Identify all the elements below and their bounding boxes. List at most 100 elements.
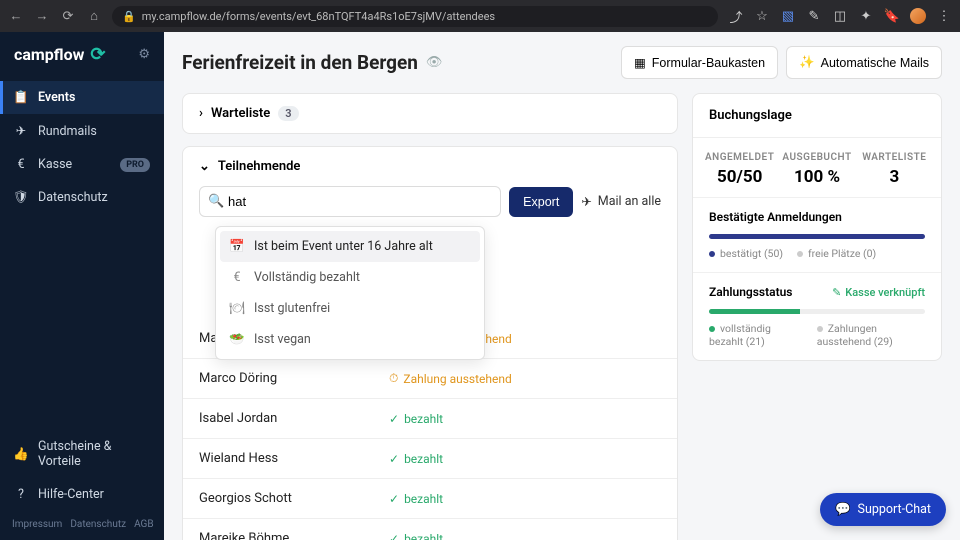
check-icon: ✓: [389, 532, 399, 540]
search-input[interactable]: [199, 186, 501, 217]
progress-bar-confirmed: [709, 234, 925, 239]
button-label: Mail an alle: [598, 194, 661, 209]
filter-option-glutenfree[interactable]: 🍽 Isst glutenfrei: [220, 293, 480, 324]
grid-icon: ▦: [634, 55, 646, 70]
ext2-icon[interactable]: ✎: [806, 8, 822, 24]
status-badge: ✓bezahlt: [389, 532, 443, 540]
search-icon: 🔍: [208, 194, 224, 209]
home-icon[interactable]: ⌂: [86, 8, 102, 24]
visibility-icon[interactable]: 👁: [426, 55, 443, 70]
status-badge: ✓bezahlt: [389, 492, 443, 506]
attendee-name: Mareike Böhme: [199, 531, 389, 540]
ext1-icon[interactable]: ▧: [780, 8, 796, 24]
reload-icon[interactable]: ⟳: [60, 8, 76, 24]
footer-links: Impressum Datenschutz AGB: [0, 511, 164, 540]
check-icon: ✓: [389, 492, 399, 506]
bookmarks-icon[interactable]: 🔖: [884, 8, 900, 24]
share-icon[interactable]: ⤴: [728, 8, 744, 24]
shield-icon: 🛡: [14, 190, 28, 205]
calendar-icon: 📅: [230, 239, 244, 254]
waitlist-card: › Warteliste 3: [182, 93, 678, 134]
footer-link[interactable]: Impressum: [12, 519, 62, 530]
attendees-card: ⌄ Teilnehmende 🔍 📅 Ist beim Event unter …: [182, 146, 678, 540]
url-bar[interactable]: 🔒 my.campflow.de/forms/events/evt_68nTQF…: [112, 6, 718, 27]
brand-logo[interactable]: campflow ⟳: [14, 44, 105, 65]
auto-mails-button[interactable]: ✨ Automatische Mails: [786, 46, 942, 79]
sidebar-item-hilfe[interactable]: ? Hilfe-Center: [0, 478, 164, 511]
filter-label: Vollständig bezahlt: [254, 270, 360, 285]
ext3-icon[interactable]: ◫: [832, 8, 848, 24]
chat-icon: 💬: [835, 502, 851, 517]
status-badge: ⏱Zahlung ausstehend: [389, 371, 512, 386]
footer-link[interactable]: AGB: [134, 519, 154, 530]
sidebar-item-label: Kasse: [38, 157, 72, 172]
thumbs-up-icon: 👍: [14, 447, 28, 462]
footer-link[interactable]: Datenschutz: [70, 519, 126, 530]
sidebar-item-datenschutz[interactable]: 🛡 Datenschutz: [0, 181, 164, 214]
gear-icon[interactable]: ⚙: [138, 47, 150, 62]
euro-icon: €: [230, 270, 244, 285]
paperplane-icon: ✈: [14, 123, 28, 139]
legend-item: freie Plätze (0): [797, 247, 876, 260]
section-title: Warteliste: [211, 106, 270, 121]
table-row[interactable]: Wieland Hess ✓bezahlt: [183, 438, 677, 478]
euro-icon: €: [14, 157, 28, 172]
bar-fill: [709, 309, 800, 314]
sidebar-item-gutscheine[interactable]: 👍 Gutscheine & Vorteile: [0, 430, 164, 478]
mail-all-button[interactable]: ✈ Mail an alle: [581, 194, 661, 210]
section-title: Teilnehmende: [218, 159, 301, 174]
help-icon: ?: [14, 487, 28, 502]
stat-label: ANGEMELDET: [701, 152, 778, 163]
attendees-header[interactable]: ⌄ Teilnehmende: [183, 147, 677, 186]
stat-value: 100 %: [778, 167, 855, 187]
filter-label: Isst glutenfrei: [254, 301, 330, 316]
section-title: Buchungslage: [693, 94, 941, 138]
profile-avatar[interactable]: [910, 8, 926, 24]
check-icon: ✓: [389, 452, 399, 466]
stat-registered: ANGEMELDET 50/50: [701, 152, 778, 187]
attendee-name: Georgios Schott: [199, 491, 389, 506]
clock-icon: ⏱: [389, 371, 398, 386]
sidebar-item-label: Gutscheine & Vorteile: [38, 439, 150, 469]
paperplane-icon: ✈: [581, 194, 591, 210]
sidebar-item-events[interactable]: 📋 Events: [0, 81, 164, 114]
attendee-name: Marco Döring: [199, 371, 389, 386]
button-label: Automatische Mails: [821, 56, 929, 70]
stat-value: 50/50: [701, 167, 778, 187]
star-icon[interactable]: ☆: [754, 8, 770, 24]
table-row[interactable]: Georgios Schott ✓bezahlt: [183, 478, 677, 518]
stat-value: 3: [856, 167, 933, 187]
leaf-icon: 🥗: [230, 332, 244, 347]
chevron-down-icon: ⌄: [199, 159, 210, 174]
brand-text: campflow: [14, 45, 84, 64]
status-badge: ✓bezahlt: [389, 452, 443, 466]
filter-option-under16[interactable]: 📅 Ist beim Event unter 16 Jahre alt: [220, 231, 480, 262]
legend-item: Zahlungen ausstehend (29): [817, 322, 925, 348]
section-title: Bestätigte Anmeldungen: [709, 210, 925, 224]
table-row[interactable]: Isabel Jordan ✓bezahlt: [183, 398, 677, 438]
menu-icon[interactable]: ⋮: [936, 8, 952, 24]
filter-option-paid[interactable]: € Vollständig bezahlt: [220, 262, 480, 293]
sidebar-item-rundmails[interactable]: ✈ Rundmails: [0, 114, 164, 148]
support-chat-button[interactable]: 💬 Support-Chat: [820, 493, 946, 526]
stat-waitlist: WARTELISTE 3: [856, 152, 933, 187]
button-label: Support-Chat: [858, 502, 931, 517]
filter-dropdown: 📅 Ist beim Event unter 16 Jahre alt € Vo…: [215, 226, 485, 360]
pro-badge: PRO: [120, 158, 150, 172]
sidebar-item-kasse[interactable]: € Kasse PRO: [0, 148, 164, 181]
waitlist-header[interactable]: › Warteliste 3: [183, 94, 677, 133]
back-icon[interactable]: ←: [8, 8, 24, 24]
filter-option-vegan[interactable]: 🥗 Isst vegan: [220, 324, 480, 355]
forward-icon[interactable]: →: [34, 8, 50, 24]
count-badge: 3: [278, 106, 298, 121]
section-title: Zahlungsstatus: [709, 285, 792, 299]
legend-item: vollständig bezahlt (21): [709, 322, 803, 348]
legend-item: bestätigt (50): [709, 247, 783, 260]
table-row[interactable]: Mareike Böhme ✓bezahlt: [183, 518, 677, 540]
page-title: Ferienfreizeit in den Bergen: [182, 51, 418, 74]
button-label: Formular-Baukasten: [652, 56, 765, 70]
export-button[interactable]: Export: [509, 187, 573, 217]
table-row[interactable]: Marco Döring ⏱Zahlung ausstehend: [183, 358, 677, 398]
extensions-icon[interactable]: ✦: [858, 8, 874, 24]
form-builder-button[interactable]: ▦ Formular-Baukasten: [621, 46, 778, 79]
